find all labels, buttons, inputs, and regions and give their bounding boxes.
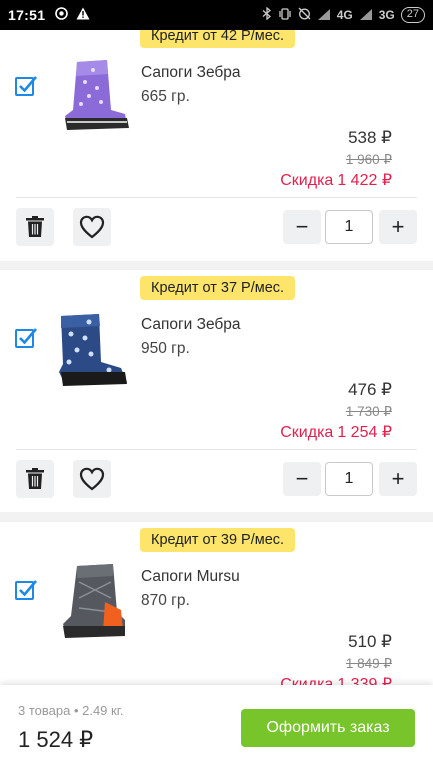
plus-button[interactable]: + bbox=[379, 210, 417, 244]
signal-icon-2 bbox=[359, 8, 373, 23]
minus-button[interactable]: − bbox=[283, 210, 321, 244]
product-image[interactable] bbox=[55, 308, 135, 394]
signal-icon bbox=[317, 8, 331, 23]
status-right: 4G 3G 27 bbox=[262, 6, 425, 23]
plus-button[interactable]: + bbox=[379, 462, 417, 496]
battery-icon: 27 bbox=[400, 7, 425, 23]
discount-value: 1 339 ₽ bbox=[337, 676, 392, 685]
minus-icon: − bbox=[295, 214, 309, 239]
product-name[interactable]: Сапоги Зебра bbox=[141, 64, 241, 82]
place-order-button[interactable]: Оформить заказ bbox=[241, 709, 415, 747]
product-old-price: 1 849 ₽ bbox=[345, 656, 392, 671]
product-image[interactable] bbox=[55, 560, 135, 646]
status-bar: 17:51 4G 3G 27 bbox=[0, 0, 433, 30]
item-checkbox[interactable] bbox=[14, 578, 38, 602]
item-checkbox[interactable] bbox=[14, 74, 38, 98]
plus-icon: + bbox=[391, 214, 405, 239]
warning-icon bbox=[76, 7, 90, 23]
credit-badge: Кредит от 39 Р/мес. bbox=[140, 528, 296, 552]
bluetooth-icon bbox=[262, 6, 272, 23]
heart-icon bbox=[79, 467, 105, 491]
purple-boot-image bbox=[65, 60, 129, 130]
quantity-input[interactable]: 1 bbox=[325, 210, 373, 244]
minus-icon: − bbox=[295, 466, 309, 491]
discount-label: Скидка bbox=[280, 676, 334, 685]
network-type-1: 4G bbox=[336, 8, 353, 22]
network-type-2: 3G bbox=[378, 8, 395, 22]
checkbox-checked-icon bbox=[15, 76, 37, 96]
vibrate-icon bbox=[278, 7, 292, 23]
trash-icon bbox=[26, 216, 44, 237]
alarm-off-icon bbox=[298, 7, 311, 23]
discount-label: Скидка bbox=[280, 424, 334, 441]
product-weight: 950 гр. bbox=[141, 340, 190, 357]
product-weight: 665 гр. bbox=[141, 88, 190, 105]
product-discount: Скидка 1 254 ₽ bbox=[280, 422, 392, 442]
checkout-footer: 3 товара • 2.49 кг. 1 524 ₽ Оформить зак… bbox=[0, 685, 433, 770]
grey-boot-image bbox=[63, 564, 125, 638]
cart-list[interactable]: Кредит от 42 Р/мес. Сапоги Зебра 665 гр.… bbox=[0, 30, 433, 685]
discount-value: 1 254 ₽ bbox=[337, 424, 392, 441]
divider bbox=[16, 449, 417, 450]
checkbox-checked-icon bbox=[15, 328, 37, 348]
item-checkbox[interactable] bbox=[14, 326, 38, 350]
discount-value: 1 422 ₽ bbox=[337, 172, 392, 189]
product-price: 538 ₽ bbox=[348, 128, 392, 147]
favorite-button[interactable] bbox=[73, 208, 111, 246]
heart-icon bbox=[79, 215, 105, 239]
navy-boot-image bbox=[59, 314, 127, 386]
quantity-input[interactable]: 1 bbox=[325, 462, 373, 496]
product-price: 510 ₽ bbox=[348, 632, 392, 651]
credit-badge: Кредит от 42 Р/мес. bbox=[140, 30, 296, 48]
delete-button[interactable] bbox=[16, 208, 54, 246]
product-discount: Скидка 1 422 ₽ bbox=[280, 170, 392, 190]
credit-badge: Кредит от 37 Р/мес. bbox=[140, 276, 296, 300]
plus-icon: + bbox=[391, 466, 405, 491]
cart-summary: 3 товара • 2.49 кг. bbox=[18, 703, 124, 718]
cart-item: Кредит от 39 Р/мес. Сапоги Mursu 870 гр.… bbox=[0, 522, 433, 685]
cart-total: 1 524 ₽ bbox=[18, 727, 94, 752]
discount-label: Скидка bbox=[280, 172, 334, 189]
product-discount: Скидка 1 339 ₽ bbox=[280, 674, 392, 685]
product-name[interactable]: Сапоги Mursu bbox=[141, 568, 240, 586]
product-old-price: 1 730 ₽ bbox=[345, 404, 392, 419]
favorite-button[interactable] bbox=[73, 460, 111, 498]
divider bbox=[16, 197, 417, 198]
trash-icon bbox=[26, 468, 44, 489]
product-weight: 870 гр. bbox=[141, 592, 190, 609]
product-old-price: 1 960 ₽ bbox=[345, 152, 392, 167]
delete-button[interactable] bbox=[16, 460, 54, 498]
minus-button[interactable]: − bbox=[283, 462, 321, 496]
product-name[interactable]: Сапоги Зебра bbox=[141, 316, 241, 334]
cart-item: Кредит от 42 Р/мес. Сапоги Зебра 665 гр.… bbox=[0, 30, 433, 261]
chrome-notification-icon bbox=[55, 7, 69, 23]
product-price: 476 ₽ bbox=[348, 380, 392, 399]
status-time: 17:51 bbox=[8, 7, 46, 23]
checkbox-checked-icon bbox=[15, 580, 37, 600]
product-image[interactable] bbox=[55, 56, 135, 142]
cart-item: Кредит от 37 Р/мес. Сапоги Зебра 950 гр.… bbox=[0, 270, 433, 512]
